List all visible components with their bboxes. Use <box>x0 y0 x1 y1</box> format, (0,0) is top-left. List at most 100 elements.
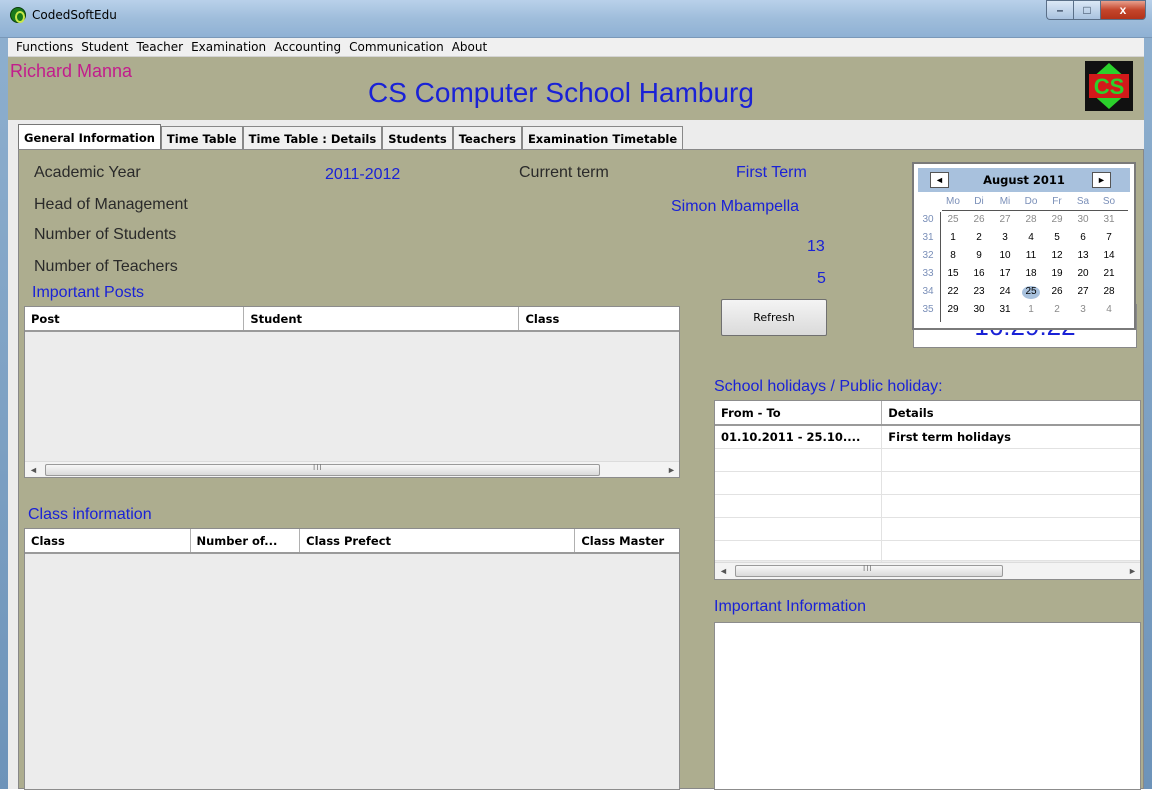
menu-bar: Functions Student Teacher Examination Ac… <box>8 38 1144 57</box>
calendar-day[interactable]: 20 <box>1072 268 1094 279</box>
table-row[interactable] <box>715 518 1140 541</box>
calendar-day[interactable]: 30 <box>1072 214 1094 225</box>
menu-teacher[interactable]: Teacher <box>133 40 188 54</box>
minimize-button[interactable]: – <box>1046 0 1073 20</box>
column-class[interactable]: Class <box>519 307 679 330</box>
column-student[interactable]: Student <box>244 307 520 330</box>
scroll-right-icon[interactable]: ► <box>667 465 676 475</box>
calendar-day[interactable]: 4 <box>1098 304 1120 315</box>
calendar-day[interactable]: 1 <box>1020 304 1042 315</box>
important-posts-hscrollbar[interactable]: ◄ III ► <box>25 461 679 477</box>
column-class-prefect[interactable]: Class Prefect <box>300 529 576 552</box>
holidays-hscrollbar[interactable]: ◄ III ► <box>715 562 1140 579</box>
table-row[interactable] <box>715 495 1140 518</box>
important-information-box[interactable] <box>714 622 1141 790</box>
calendar-day[interactable]: 26 <box>1046 286 1068 297</box>
title-bar[interactable]: CodedSoftEdu – □ x <box>0 0 1152 38</box>
calendar-day[interactable]: 15 <box>942 268 964 279</box>
table-row[interactable] <box>715 449 1140 472</box>
calendar-day[interactable]: 2 <box>1046 304 1068 315</box>
tab-time-table-details[interactable]: Time Table : Details <box>242 126 383 150</box>
class-information-grid[interactable]: Class Number of... Class Prefect Class M… <box>24 528 680 790</box>
calendar-day[interactable]: 21 <box>1098 268 1120 279</box>
scroll-grip: III <box>863 564 873 573</box>
school-logo-icon: CS <box>1085 61 1133 111</box>
calendar-day[interactable]: 28 <box>1020 214 1042 225</box>
tab-examination-timetable[interactable]: Examination Timetable <box>521 126 684 150</box>
calendar-day[interactable]: 30 <box>968 304 990 315</box>
calendar-day[interactable]: 13 <box>1072 250 1094 261</box>
menu-communication[interactable]: Communication <box>345 40 448 54</box>
calendar-day[interactable]: 24 <box>994 286 1016 297</box>
maximize-button[interactable]: □ <box>1073 0 1100 20</box>
tab-general-information[interactable]: General Information <box>18 124 161 150</box>
logo-text: CS <box>1094 74 1125 99</box>
calendar-day[interactable]: 22 <box>942 286 964 297</box>
calendar-day[interactable]: 27 <box>1072 286 1094 297</box>
column-class-master[interactable]: Class Master <box>575 529 679 552</box>
column-number-of-students[interactable]: Number of... <box>191 529 301 552</box>
calendar-day[interactable]: 16 <box>968 268 990 279</box>
calendar-day[interactable]: 8 <box>942 250 964 261</box>
calendar-day[interactable]: 11 <box>1020 250 1042 261</box>
calendar-day[interactable]: 31 <box>994 304 1016 315</box>
close-button[interactable]: x <box>1100 0 1146 20</box>
table-row[interactable]: 01.10.2011 - 25.10.... First term holida… <box>715 426 1140 449</box>
calendar-day[interactable]: 27 <box>994 214 1016 225</box>
scroll-right-icon[interactable]: ► <box>1128 566 1137 576</box>
calendar-day[interactable]: 5 <box>1046 232 1068 243</box>
calendar-day[interactable]: 17 <box>994 268 1016 279</box>
scroll-left-icon[interactable]: ◄ <box>29 465 38 475</box>
calendar-day[interactable]: 29 <box>942 304 964 315</box>
app-logo-icon <box>10 7 26 23</box>
calendar-day[interactable]: 28 <box>1098 286 1120 297</box>
calendar-day[interactable]: 26 <box>968 214 990 225</box>
calendar-day[interactable]: 6 <box>1072 232 1094 243</box>
menu-about[interactable]: About <box>448 40 491 54</box>
month-calendar[interactable]: ◄ August 2011 ► Mo Di Mi Do Fr Sa So 30 25 26 27 2… <box>912 162 1136 330</box>
column-details[interactable]: Details <box>882 401 1140 424</box>
menu-accounting[interactable]: Accounting <box>270 40 345 54</box>
calendar-day[interactable]: 3 <box>994 232 1016 243</box>
tab-teachers[interactable]: Teachers <box>452 126 522 150</box>
calendar-day[interactable]: 4 <box>1020 232 1042 243</box>
tab-students[interactable]: Students <box>382 126 453 150</box>
week-number: 35 <box>922 304 934 315</box>
calendar-day[interactable]: 9 <box>968 250 990 261</box>
calendar-day[interactable]: 23 <box>968 286 990 297</box>
school-name: CS Computer School Hamburg <box>368 77 754 108</box>
calendar-day[interactable]: 25 <box>942 214 964 225</box>
calendar-day[interactable]: 3 <box>1072 304 1094 315</box>
important-information-title: Important Information <box>714 598 867 615</box>
column-class[interactable]: Class <box>25 529 191 552</box>
weekday-label: Sa <box>1076 196 1090 207</box>
table-row[interactable] <box>715 472 1140 495</box>
scroll-left-icon[interactable]: ◄ <box>719 566 728 576</box>
calendar-day[interactable]: 1 <box>942 232 964 243</box>
calendar-day[interactable]: 29 <box>1046 214 1068 225</box>
refresh-button[interactable]: Refresh <box>721 299 827 336</box>
important-posts-grid[interactable]: Post Student Class ◄ III ► <box>24 306 680 478</box>
calendar-day[interactable]: 19 <box>1046 268 1068 279</box>
weekday-label: Do <box>1024 196 1038 207</box>
calendar-day[interactable]: 2 <box>968 232 990 243</box>
table-row[interactable] <box>715 541 1140 563</box>
column-post[interactable]: Post <box>25 307 245 330</box>
menu-functions[interactable]: Functions <box>12 40 77 54</box>
calendar-day[interactable]: 10 <box>994 250 1016 261</box>
calendar-next-icon[interactable]: ► <box>1092 172 1111 188</box>
number-of-teachers-label: Number of Teachers <box>34 258 178 275</box>
menu-examination[interactable]: Examination <box>187 40 270 54</box>
calendar-day[interactable]: 31 <box>1098 214 1120 225</box>
calendar-day[interactable]: 14 <box>1098 250 1120 261</box>
calendar-day[interactable]: 7 <box>1098 232 1120 243</box>
column-from-to[interactable]: From - To <box>715 401 883 424</box>
calendar-day[interactable]: 12 <box>1046 250 1068 261</box>
calendar-day[interactable]: 18 <box>1020 268 1042 279</box>
holidays-grid[interactable]: From - To Details 01.10.2011 - 25.10....… <box>714 400 1141 580</box>
application-window: CodedSoftEdu – □ x Functions Student Tea… <box>0 0 1152 790</box>
menu-student[interactable]: Student <box>77 40 132 54</box>
calendar-day-today[interactable]: 25 <box>1022 286 1040 299</box>
tab-time-table[interactable]: Time Table <box>160 126 243 150</box>
holiday-details: First term holidays <box>888 430 1011 444</box>
